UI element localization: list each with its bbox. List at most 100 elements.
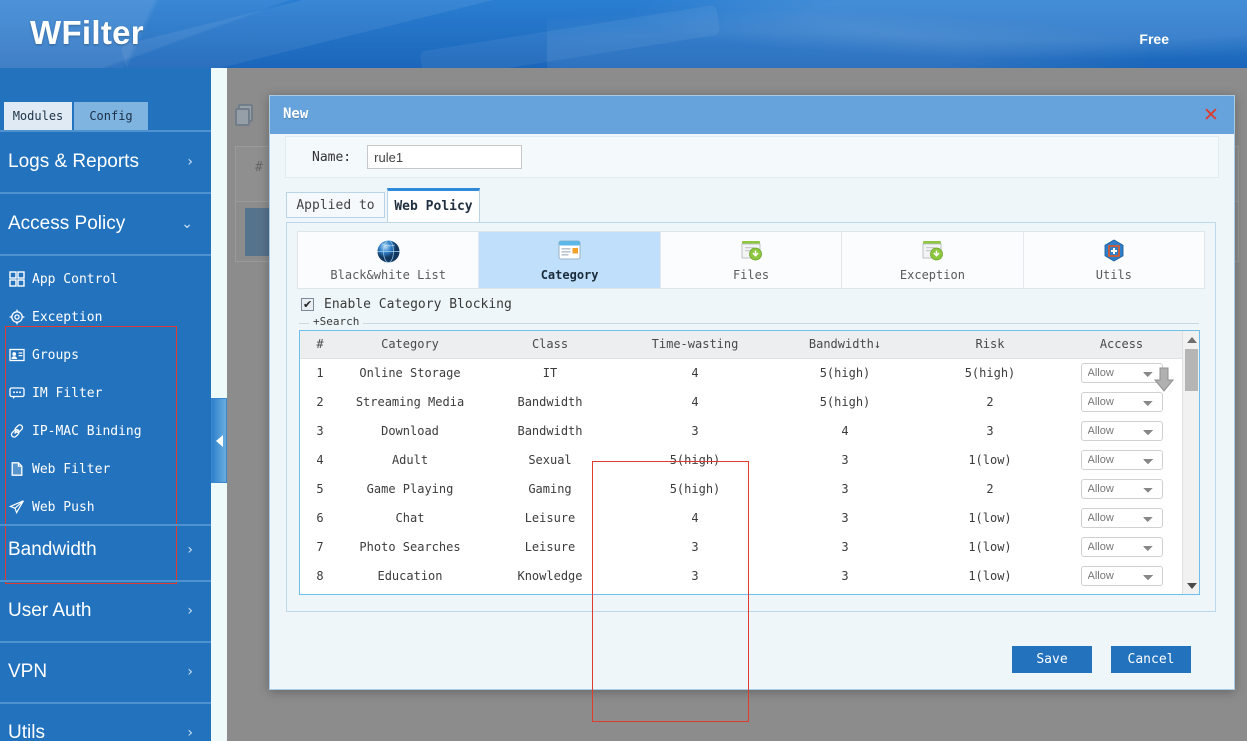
icon-tab-label: Files bbox=[732, 268, 770, 282]
name-field-row: Name: bbox=[285, 136, 1219, 178]
icon-tab-black-white-list[interactable]: Black&white List bbox=[298, 232, 480, 288]
dialog-tab-row: Applied to Web Policy bbox=[286, 188, 1216, 222]
cell-category: Adult bbox=[391, 452, 429, 467]
table-header-row: # Category Class Time-wasting Bandwidth↓… bbox=[300, 331, 1183, 359]
sidebar-item-user-auth[interactable]: User Auth › bbox=[0, 581, 211, 641]
app-logo: WFilter bbox=[30, 14, 144, 51]
name-input[interactable] bbox=[367, 145, 523, 169]
cell-time-wasting: 4 bbox=[691, 394, 699, 409]
caret-left-icon bbox=[215, 434, 223, 447]
tab-web-policy[interactable]: Web Policy bbox=[387, 188, 480, 222]
caret-down-icon bbox=[1186, 582, 1197, 589]
sidebar-subitem-label: App Control bbox=[32, 271, 119, 287]
icon-tab-utils[interactable]: Utils bbox=[1024, 232, 1204, 288]
icon-tab-category[interactable]: Category bbox=[479, 232, 661, 288]
check-icon: ✔ bbox=[303, 298, 313, 311]
table-row[interactable]: 5 Game Playing Gaming 5(high) 3 2 AllowBlock bbox=[300, 474, 1183, 503]
sidebar-tab-config[interactable]: Config bbox=[74, 102, 148, 130]
globe-icon bbox=[375, 235, 402, 267]
table-row[interactable]: 7 Photo Searches Leisure 3 3 1(low) AllowBlock bbox=[300, 532, 1183, 561]
column-header-bandwidth[interactable]: Bandwidth↓ bbox=[770, 331, 920, 359]
sidebar-item-utils[interactable]: Utils › bbox=[0, 703, 211, 741]
close-icon[interactable]: ✕ bbox=[1200, 104, 1222, 126]
access-select[interactable]: AllowBlock bbox=[1080, 507, 1163, 528]
cell-number: 5 bbox=[316, 481, 324, 496]
copy-pages-icon bbox=[235, 104, 257, 128]
enable-category-blocking-row: ✔ Enable Category Blocking bbox=[301, 297, 512, 312]
download-list-icon[interactable] bbox=[1153, 367, 1175, 393]
web-policy-panel: Black&white List Category Files Exceptio… bbox=[286, 222, 1216, 612]
app-header-banner: WFilter Free bbox=[0, 0, 1247, 68]
cell-category: Streaming Media bbox=[355, 394, 465, 409]
enable-category-blocking-checkbox[interactable]: ✔ bbox=[301, 298, 314, 311]
policy-icon-tabs: Black&white List Category Files Exceptio… bbox=[297, 231, 1205, 289]
cell-bandwidth: 3 bbox=[841, 481, 849, 496]
category-table-container: # Category Class Time-wasting Bandwidth↓… bbox=[299, 330, 1200, 595]
scrollbar-thumb[interactable] bbox=[1185, 349, 1198, 391]
cell-risk: 1(low) bbox=[968, 568, 1012, 583]
cell-time-wasting: 5(high) bbox=[669, 481, 721, 496]
table-row[interactable]: 1 Online Storage IT 4 5(high) 5(high) AllowBlo… bbox=[300, 358, 1183, 387]
sidebar-collapse-handle[interactable] bbox=[211, 398, 227, 483]
cell-number: 3 bbox=[316, 423, 324, 438]
cell-category: Education bbox=[377, 568, 443, 583]
sidebar-item-logs-reports[interactable]: Logs & Reports › bbox=[0, 132, 211, 192]
table-row[interactable]: 6 Chat Leisure 4 3 1(low) AllowBlock bbox=[300, 503, 1183, 532]
cell-number: 4 bbox=[316, 452, 324, 467]
column-header-category[interactable]: Category bbox=[340, 331, 480, 359]
cell-time-wasting: 5(high) bbox=[669, 452, 721, 467]
access-select[interactable]: AllowBlock bbox=[1080, 565, 1163, 586]
icon-tab-label: Category bbox=[540, 268, 599, 282]
new-rule-dialog: New ✕ Name: Applied to Web Policy bbox=[269, 95, 1235, 722]
column-header-time-wasting[interactable]: Time-wasting bbox=[620, 331, 770, 359]
cell-number: 1 bbox=[316, 365, 324, 380]
cell-access: AllowBlock bbox=[1060, 561, 1183, 590]
table-row[interactable]: 8 Education Knowledge 3 3 1(low) AllowBlock bbox=[300, 561, 1183, 590]
banner-decoration-2 bbox=[419, 4, 721, 68]
access-select[interactable]: AllowBlock bbox=[1080, 478, 1163, 499]
cell-bandwidth: 5(high) bbox=[819, 394, 871, 409]
icon-tab-exception[interactable]: Exception bbox=[842, 232, 1024, 288]
table-row[interactable]: 3 Download Bandwidth 3 4 3 AllowBlock bbox=[300, 416, 1183, 445]
access-select[interactable]: AllowBlock bbox=[1080, 536, 1163, 557]
chevron-right-icon: › bbox=[187, 664, 193, 680]
sidebar-item-access-policy[interactable]: Access Policy ⌄ bbox=[0, 194, 211, 254]
cell-category: Online Storage bbox=[359, 365, 461, 380]
table-vertical-scrollbar[interactable] bbox=[1182, 331, 1199, 594]
dialog-titlebar: New ✕ bbox=[270, 96, 1234, 134]
cancel-button[interactable]: Cancel bbox=[1111, 646, 1191, 673]
search-toggle[interactable]: +Search bbox=[309, 315, 364, 328]
sidebar-item-bandwidth[interactable]: Bandwidth › bbox=[0, 520, 211, 580]
cell-number: 7 bbox=[316, 539, 324, 554]
save-button[interactable]: Save bbox=[1012, 646, 1092, 673]
category-table-body: 1 Online Storage IT 4 5(high) 5(high) AllowBlo… bbox=[300, 358, 1183, 590]
category-table: # Category Class Time-wasting Bandwidth↓… bbox=[300, 331, 1183, 590]
cell-bandwidth: 5(high) bbox=[819, 365, 871, 380]
cell-risk: 2 bbox=[986, 481, 994, 496]
scroll-up-button[interactable] bbox=[1183, 331, 1199, 348]
column-header-class[interactable]: Class bbox=[480, 331, 620, 359]
cell-class: Leisure bbox=[524, 539, 576, 554]
access-select[interactable]: AllowBlock bbox=[1080, 391, 1163, 412]
table-row[interactable]: 2 Streaming Media Bandwidth 4 5(high) 2 AllowB… bbox=[300, 387, 1183, 416]
cell-number: 8 bbox=[316, 568, 324, 583]
scroll-down-button[interactable] bbox=[1183, 577, 1199, 594]
tab-applied-to[interactable]: Applied to bbox=[286, 192, 385, 218]
table-row[interactable]: 4 Adult Sexual 5(high) 3 1(low) AllowBlock bbox=[300, 445, 1183, 474]
sidebar-tab-row: Modules Config bbox=[0, 102, 211, 130]
sidebar-tab-modules[interactable]: Modules bbox=[4, 102, 72, 130]
sidebar-item-vpn[interactable]: VPN › bbox=[0, 642, 211, 702]
column-header-risk[interactable]: Risk bbox=[920, 331, 1060, 359]
column-header-access[interactable]: Access bbox=[1060, 331, 1183, 359]
sidebar-item-app-control[interactable]: App Control bbox=[0, 260, 211, 298]
access-select[interactable]: AllowBlock bbox=[1080, 420, 1163, 441]
hexagon-plus-icon bbox=[1101, 235, 1127, 267]
icon-tab-files[interactable]: Files bbox=[661, 232, 843, 288]
column-header-number[interactable]: # bbox=[300, 331, 340, 359]
cell-class: Knowledge bbox=[517, 568, 583, 583]
cell-category: Photo Searches bbox=[359, 539, 461, 554]
access-select[interactable]: AllowBlock bbox=[1080, 449, 1163, 470]
cell-access: AllowBlock bbox=[1060, 416, 1183, 445]
search-fieldset: +Search bbox=[299, 315, 1199, 329]
access-select[interactable]: AllowBlock bbox=[1080, 362, 1163, 383]
